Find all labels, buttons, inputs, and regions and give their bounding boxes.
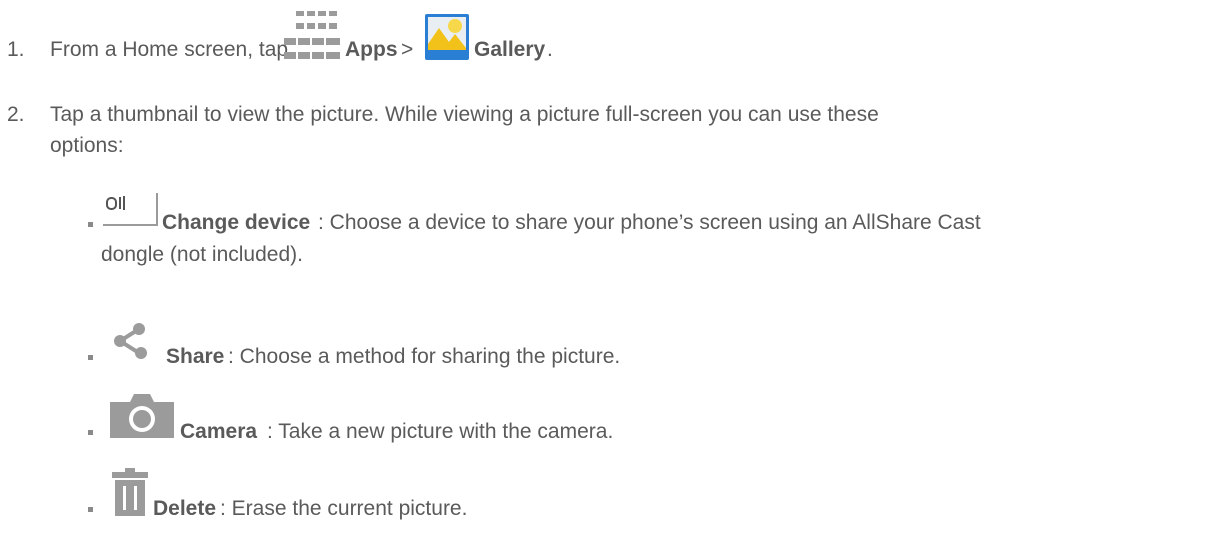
option-desc-line2: dongle (not included).: [101, 243, 303, 266]
option-desc-line1: : Choose a method for sharing the pictur…: [228, 345, 621, 368]
option-label: Change device: [162, 211, 311, 234]
step-end: .: [547, 38, 553, 61]
gallery-icon: [425, 14, 469, 60]
step-number: 2.: [7, 103, 25, 126]
bullet-marker: [88, 222, 93, 227]
gallery-label: Gallery: [474, 38, 546, 61]
bullet-marker: [88, 507, 93, 512]
apps-grid-icon: [284, 11, 340, 59]
step-text-line1: Tap a thumbnail to view the picture. Whi…: [50, 103, 879, 126]
change-device-icon: [103, 193, 158, 226]
option-desc-line1: : Erase the current picture.: [220, 497, 468, 520]
bullet-marker: [88, 430, 93, 435]
option-label: Delete: [153, 497, 217, 520]
share-icon: [114, 323, 147, 359]
delete-icon: [112, 468, 148, 516]
option-desc-line1: : Take a new picture with the camera.: [267, 420, 614, 443]
step-number: 1.: [7, 38, 25, 61]
bullet-marker: [88, 355, 93, 360]
option-desc-line1: : Choose a device to share your phone’s …: [318, 211, 981, 234]
step-text: From a Home screen, tap: [50, 38, 289, 61]
option-label: Share: [166, 345, 225, 368]
apps-label: Apps: [345, 38, 398, 61]
step-text-line2: options:: [50, 134, 124, 157]
separator: >: [401, 38, 414, 61]
option-label: Camera: [180, 420, 258, 443]
camera-icon: [110, 394, 174, 438]
